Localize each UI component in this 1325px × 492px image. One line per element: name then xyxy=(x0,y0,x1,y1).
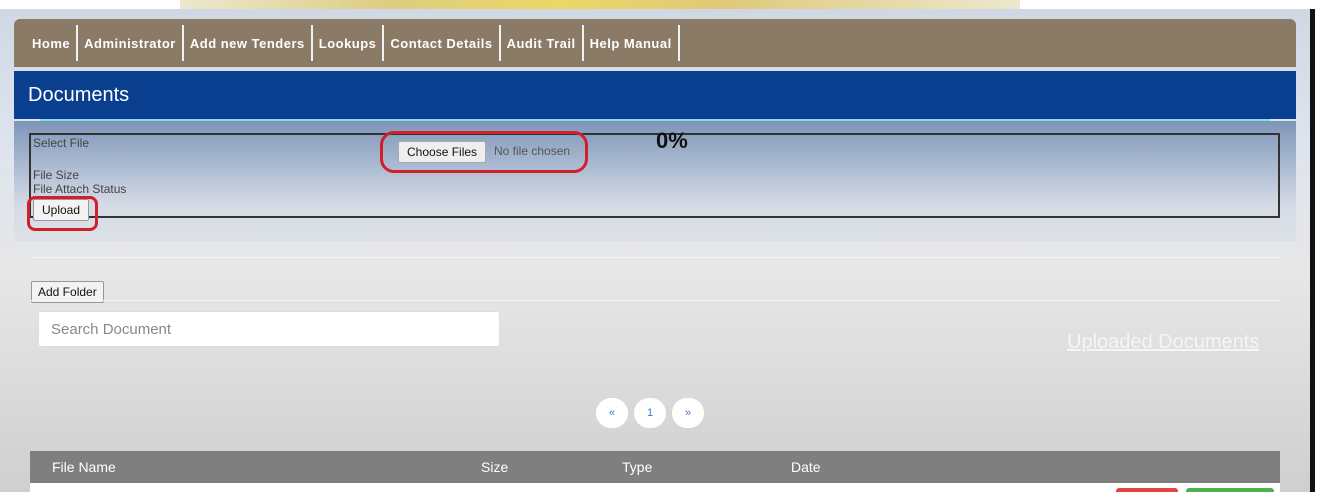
nav-item-contact-details[interactable]: Contact Details xyxy=(384,25,501,61)
file-size-label: File Size xyxy=(33,168,80,182)
divider-line xyxy=(30,300,1280,301)
highlight-ring-choose-files xyxy=(380,131,588,173)
divider-line xyxy=(30,257,1280,258)
select-file-label: Select File xyxy=(33,136,90,150)
documents-table-header: File Name Size Type Date xyxy=(30,451,1280,483)
column-header-type[interactable]: Type xyxy=(622,459,652,475)
page-title: Documents xyxy=(28,84,130,106)
nav-item-administrator[interactable]: Administrator xyxy=(78,25,184,61)
nav-item-help-manual[interactable]: Help Manual xyxy=(584,25,680,61)
pagination-prev-button[interactable]: « xyxy=(596,398,628,428)
row-action-button[interactable] xyxy=(1186,488,1274,492)
nav-item-home[interactable]: Home xyxy=(26,25,79,61)
column-header-date[interactable]: Date xyxy=(791,459,821,475)
section-header: Documents xyxy=(14,71,1296,119)
upload-progress-percent: 0% xyxy=(656,128,688,153)
main-navbar: Home Administrator Add new Tenders Looku… xyxy=(14,19,1296,67)
nav-item-add-new-tenders[interactable]: Add new Tenders xyxy=(184,25,313,61)
highlight-ring-upload xyxy=(27,196,98,231)
pagination-page-1-button[interactable]: 1 xyxy=(634,398,666,428)
pagination: « 1 » xyxy=(596,398,704,428)
header-underline xyxy=(40,119,1270,121)
row-delete-button[interactable] xyxy=(1116,488,1178,492)
column-header-file-name[interactable]: File Name xyxy=(52,459,116,475)
file-attach-status-label: File Attach Status xyxy=(33,182,127,196)
column-header-size[interactable]: Size xyxy=(481,459,508,475)
uploaded-documents-link[interactable]: Uploaded Documents xyxy=(1067,331,1259,354)
search-document-input[interactable] xyxy=(38,311,500,347)
nav-item-lookups[interactable]: Lookups xyxy=(313,25,385,61)
upload-panel xyxy=(29,133,1280,218)
nav-item-audit-trail[interactable]: Audit Trail xyxy=(501,25,584,61)
pagination-next-button[interactable]: » xyxy=(672,398,704,428)
table-row xyxy=(30,483,1280,492)
